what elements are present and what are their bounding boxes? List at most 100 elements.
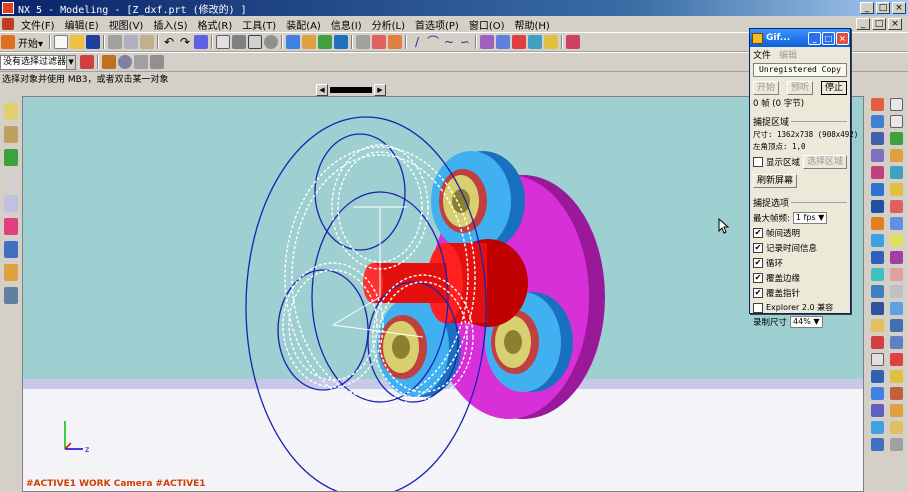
menu-format[interactable]: 格式(R) bbox=[193, 17, 238, 32]
unite-icon[interactable] bbox=[871, 234, 884, 247]
edge-blend-icon[interactable] bbox=[871, 183, 884, 196]
zoom-icon[interactable] bbox=[264, 35, 279, 49]
palette-icon[interactable] bbox=[4, 218, 18, 235]
selection-filter-select[interactable]: 没有选择过滤器 ▼ bbox=[0, 54, 76, 70]
edit-icon[interactable] bbox=[544, 35, 559, 49]
subtract-icon[interactable] bbox=[890, 234, 903, 247]
dialog-maximize-button[interactable]: □ bbox=[822, 31, 835, 45]
graphics-window[interactable]: z #ACTIVE1 WORK Camera #ACTIVE1 bbox=[22, 96, 864, 492]
extension-icon[interactable] bbox=[871, 421, 884, 434]
chamfer-icon[interactable] bbox=[528, 35, 543, 49]
open-icon[interactable] bbox=[70, 35, 85, 49]
fit-icon[interactable] bbox=[216, 35, 231, 49]
wireframe-icon[interactable] bbox=[248, 35, 263, 49]
start-button[interactable]: 开始▾ bbox=[16, 35, 47, 50]
max-fps-select[interactable]: 1 fps ▼ bbox=[792, 212, 828, 224]
redo-icon[interactable]: ↷ bbox=[178, 35, 192, 49]
ruled-icon[interactable] bbox=[890, 370, 903, 383]
measure-feature-icon[interactable] bbox=[890, 353, 903, 366]
record-size-select[interactable]: 44% ▼ bbox=[790, 316, 823, 328]
undo-icon[interactable]: ↶ bbox=[162, 35, 176, 49]
mirror-icon[interactable] bbox=[890, 217, 903, 230]
select-all-icon[interactable] bbox=[118, 55, 132, 69]
menu-help[interactable]: 帮助(H) bbox=[510, 17, 555, 32]
curve-icon[interactable]: ∽ bbox=[458, 35, 472, 49]
studio-surface-icon[interactable] bbox=[890, 387, 903, 400]
scroll-thumb[interactable] bbox=[330, 86, 372, 93]
stop-button[interactable]: 停止 bbox=[820, 81, 847, 95]
menu-analysis[interactable]: 分析(L) bbox=[367, 17, 410, 32]
opt-border-checkbox[interactable]: ✔ bbox=[753, 273, 763, 283]
offset-surface-icon[interactable] bbox=[890, 421, 903, 434]
dialog-menu-file[interactable]: 文件 bbox=[753, 48, 771, 61]
part-navigator-icon[interactable] bbox=[4, 126, 18, 143]
opt-loop-checkbox[interactable]: ✔ bbox=[753, 258, 763, 268]
color-icon[interactable] bbox=[318, 35, 333, 49]
hole-icon[interactable] bbox=[871, 132, 884, 145]
brush-icon[interactable] bbox=[194, 35, 209, 49]
draft-icon[interactable] bbox=[890, 200, 903, 213]
deselect-icon[interactable] bbox=[134, 55, 148, 69]
view-icon[interactable] bbox=[334, 35, 349, 49]
start-capture-button[interactable]: 开始 bbox=[753, 81, 780, 95]
shell-icon[interactable] bbox=[871, 200, 884, 213]
analysis-icon[interactable] bbox=[566, 35, 581, 49]
show-region-checkbox[interactable] bbox=[753, 157, 763, 167]
revolve-icon[interactable] bbox=[512, 35, 527, 49]
through-curves-icon[interactable] bbox=[871, 387, 884, 400]
thicken-icon[interactable] bbox=[871, 285, 884, 298]
menu-view[interactable]: 视图(V) bbox=[104, 17, 149, 32]
menu-preferences[interactable]: 首选项(P) bbox=[410, 17, 464, 32]
reuse-library-icon[interactable] bbox=[4, 149, 18, 166]
new-icon[interactable] bbox=[54, 35, 69, 49]
doc-restore-button[interactable]: □ bbox=[872, 18, 886, 30]
web-browser-icon[interactable] bbox=[4, 195, 18, 212]
assembly-navigator-icon[interactable] bbox=[4, 103, 18, 120]
pattern-icon[interactable] bbox=[871, 217, 884, 230]
filter-icon[interactable] bbox=[80, 55, 94, 69]
scroll-left-arrow[interactable]: ◀ bbox=[316, 83, 328, 96]
boss-icon[interactable] bbox=[890, 132, 903, 145]
measure-icon[interactable] bbox=[388, 35, 403, 49]
scroll-right-arrow[interactable]: ▶ bbox=[374, 83, 386, 96]
graphics-scroll[interactable]: ◀ ▶ bbox=[316, 83, 386, 96]
paste-icon[interactable] bbox=[140, 35, 155, 49]
copy-icon[interactable] bbox=[124, 35, 139, 49]
dialog-menu-edit[interactable]: 编辑 bbox=[779, 48, 797, 61]
menu-assemblies[interactable]: 装配(A) bbox=[281, 17, 326, 32]
opt-explorer-checkbox[interactable] bbox=[753, 302, 763, 313]
pocket-icon[interactable] bbox=[871, 149, 884, 162]
trim-body-icon[interactable] bbox=[890, 251, 903, 264]
shaded-icon[interactable] bbox=[232, 35, 247, 49]
slot-icon[interactable] bbox=[871, 166, 884, 179]
bounded-plane-icon[interactable] bbox=[871, 404, 884, 417]
line-icon[interactable]: / bbox=[410, 35, 424, 49]
scale-body-icon[interactable] bbox=[890, 302, 903, 315]
spline-icon[interactable]: ~ bbox=[442, 35, 456, 49]
opt-transparent-checkbox[interactable]: ✔ bbox=[753, 228, 763, 238]
doc-close-button[interactable]: × bbox=[888, 18, 902, 30]
preview-button[interactable]: 预听 bbox=[786, 81, 813, 95]
rib-icon[interactable] bbox=[871, 336, 884, 349]
document-icon[interactable] bbox=[2, 18, 14, 30]
opt-timestamp-checkbox[interactable]: ✔ bbox=[753, 243, 763, 253]
opt-pointer-checkbox[interactable]: ✔ bbox=[753, 288, 763, 298]
doc-minimize-button[interactable]: _ bbox=[856, 18, 870, 30]
close-button[interactable]: × bbox=[892, 2, 906, 14]
system-materials-icon[interactable] bbox=[4, 287, 18, 304]
dimension-icon[interactable] bbox=[372, 35, 387, 49]
pick-icon[interactable] bbox=[150, 55, 164, 69]
menu-edit[interactable]: 编辑(E) bbox=[60, 17, 104, 32]
arc-icon[interactable]: ⌒ bbox=[426, 35, 440, 49]
menu-insert[interactable]: 插入(S) bbox=[148, 17, 192, 32]
dialog-help-button[interactable]: _ bbox=[808, 31, 821, 45]
split-body-icon[interactable] bbox=[871, 268, 884, 281]
process-studio-icon[interactable] bbox=[4, 241, 18, 258]
roles-icon[interactable] bbox=[4, 264, 18, 281]
menu-window[interactable]: 窗口(O) bbox=[464, 17, 510, 32]
menu-information[interactable]: 信息(I) bbox=[326, 17, 367, 32]
sew-icon[interactable] bbox=[890, 285, 903, 298]
cut-icon[interactable] bbox=[108, 35, 123, 49]
blend-icon[interactable] bbox=[480, 35, 495, 49]
snap-icon[interactable] bbox=[102, 55, 116, 69]
